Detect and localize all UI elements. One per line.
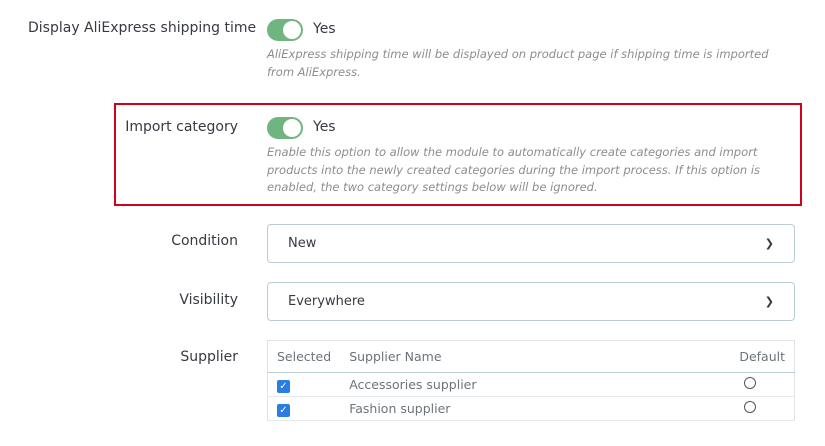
chevron-down-icon: ❯ <box>764 237 774 250</box>
table-row: ✓ Accessories supplier <box>267 372 795 397</box>
import-category-help: Enable this option to allow the module t… <box>267 145 761 194</box>
selected-checkbox[interactable]: ✓ <box>277 379 290 393</box>
import-category-toggle[interactable] <box>267 117 303 139</box>
visibility-value: Everywhere <box>288 294 365 309</box>
shipping-time-toggle[interactable] <box>267 19 303 41</box>
selected-checkbox[interactable]: ✓ <box>277 403 290 417</box>
import-category-label: Import category <box>125 119 238 135</box>
default-radio[interactable] <box>744 377 756 389</box>
supplier-table: Selected Supplier Name Default ✓ Accessorie… <box>267 340 795 421</box>
condition-value: New <box>288 236 317 251</box>
default-radio[interactable] <box>744 401 756 413</box>
supplier-name: Fashion supplier <box>340 396 656 421</box>
chevron-down-icon: ❯ <box>764 295 774 308</box>
import-category-value: Yes <box>313 119 336 135</box>
header-selected: Selected <box>267 340 341 373</box>
shipping-time-help: AliExpress shipping time will be display… <box>267 47 769 79</box>
shipping-time-value: Yes <box>313 21 336 37</box>
supplier-label: Supplier <box>180 349 238 365</box>
table-row: ✓ Fashion supplier <box>267 396 795 421</box>
header-supplier-name: Supplier Name <box>340 340 656 373</box>
visibility-select[interactable]: Everywhere ❯ <box>267 282 795 321</box>
shipping-time-label: Display AliExpress shipping time <box>28 20 257 36</box>
visibility-label: Visibility <box>179 292 238 308</box>
condition-select[interactable]: New ❯ <box>267 224 795 263</box>
condition-label: Condition <box>171 233 238 249</box>
supplier-name: Accessories supplier <box>340 372 656 397</box>
header-default: Default <box>655 340 795 373</box>
